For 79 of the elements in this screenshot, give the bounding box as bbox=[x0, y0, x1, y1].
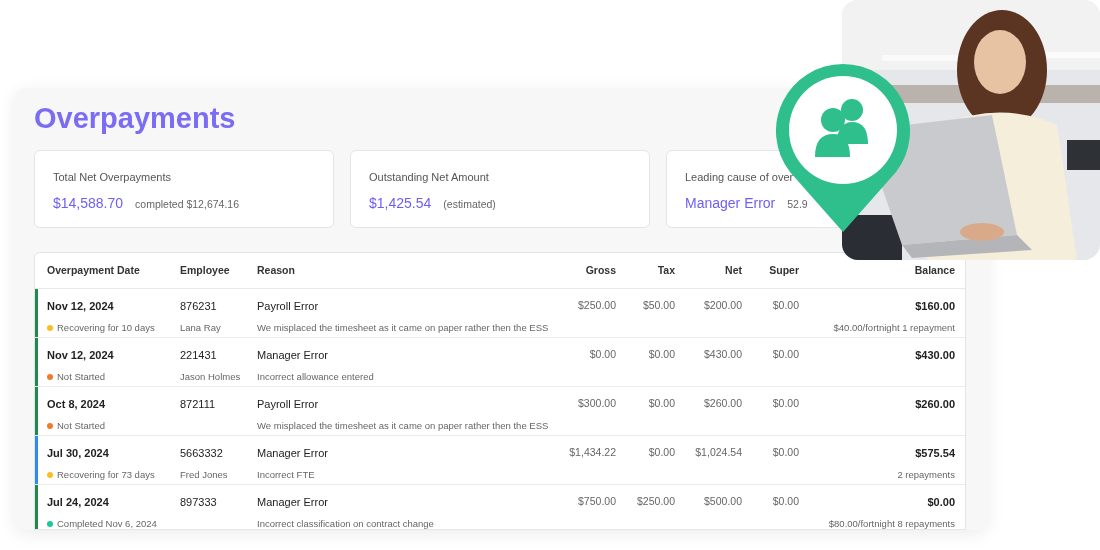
reason-detail: Incorrect FTE bbox=[257, 467, 315, 482]
card-note: 52.9 bbox=[787, 196, 808, 212]
repayment-note: $40.00/fortnight 1 repayment bbox=[833, 320, 955, 335]
column-header: Net bbox=[725, 262, 742, 278]
reason-detail: Incorrect classification on contract change bbox=[257, 516, 434, 529]
amount-cell-text: $500.00 bbox=[704, 494, 742, 509]
employee-id: 876231 bbox=[180, 299, 217, 314]
status-text: Completed Nov 6, 2024 bbox=[57, 516, 157, 529]
date-text: Oct 8, 2024 bbox=[47, 397, 106, 412]
page-title: Overpayments bbox=[34, 102, 236, 134]
table-row[interactable]: Jul 30, 2024 Recovering for 73 days 5663332 Fred Jones Manager Error Incorrect FTE $1,434.22 $0.00 $1,024.54 $0.00 $575.54 2 repayments bbox=[35, 436, 965, 485]
amount-cell-text: $250.00 bbox=[578, 298, 616, 313]
amount-cell-text: $1,024.54 bbox=[695, 445, 742, 460]
column-header: Tax bbox=[657, 262, 675, 278]
date-text: Nov 12, 2024 bbox=[47, 299, 114, 314]
table-row[interactable]: Oct 8, 2024 Not Started 872111 Payroll Error We misplaced the timesheet as it came on paper rather then the ESS $300.00 $0.00 $260.00 $0.00 $260.00 bbox=[35, 387, 965, 436]
employee-id: 897333 bbox=[180, 495, 217, 510]
repayment-note: $80.00/fortnight 8 repayments bbox=[828, 516, 955, 529]
status-text: Not Started bbox=[57, 369, 106, 384]
column-header: Gross bbox=[585, 262, 616, 278]
balance-amount: $575.54 bbox=[915, 446, 955, 461]
employee-id: 872111 bbox=[180, 397, 216, 412]
employee-name: Lana Ray bbox=[180, 320, 221, 335]
amount-cell-text: $0.00 bbox=[772, 347, 799, 362]
status-text: Not Started bbox=[57, 418, 106, 433]
employee-name: Jason Holmes bbox=[180, 369, 241, 384]
reason-detail: We misplaced the timesheet as it came on paper rather then the ESS bbox=[257, 320, 549, 335]
table-row[interactable]: Nov 12, 2024 Recovering for 10 days 876231 Lana Ray Payroll Error We misplaced the timesheet as it came on paper rather then the ESS $250.00 $50.00 $200.00 $0.00 $160.00 $40.00/fortnight 1 repayment bbox=[35, 289, 965, 338]
reason-text: Manager Error bbox=[257, 495, 328, 510]
column-header: Employee bbox=[180, 262, 230, 278]
date-text: Jul 30, 2024 bbox=[47, 446, 109, 461]
amount-cell-text: $50.00 bbox=[642, 298, 675, 313]
amount-cell-text: $250.00 bbox=[637, 494, 675, 509]
amount-cell-text: $200.00 bbox=[704, 298, 742, 313]
balance-amount: $260.00 bbox=[915, 397, 955, 412]
card-label: Leading cause of over bbox=[685, 170, 794, 185]
reason-text: Payroll Error bbox=[257, 299, 319, 314]
card-value: $14,588.70 bbox=[53, 193, 124, 213]
amount-cell-text: $0.00 bbox=[772, 494, 799, 509]
column-header: Reason bbox=[257, 262, 295, 278]
table-row[interactable]: Nov 12, 2024 Not Started 221431 Jason Holmes Manager Error Incorrect allowance entered $0.00 $0.00 $430.00 $0.00 $430.00 bbox=[35, 338, 965, 387]
reason-detail: We misplaced the timesheet as it came on paper rather then the ESS bbox=[257, 418, 549, 433]
amount-cell-text: $0.00 bbox=[648, 396, 675, 411]
card-value: $1,425.54 bbox=[369, 193, 432, 213]
amount-cell-text: $0.00 bbox=[648, 445, 675, 460]
column-header: Super bbox=[769, 262, 799, 278]
status-text: Recovering for 73 days bbox=[57, 467, 155, 482]
reason-detail: Incorrect allowance entered bbox=[257, 369, 374, 384]
amount-cell-text: $260.00 bbox=[704, 396, 742, 411]
reason-text: Payroll Error bbox=[257, 397, 319, 412]
amount-cell-text: $750.00 bbox=[578, 494, 616, 509]
employee-name: Fred Jones bbox=[180, 467, 228, 482]
balance-amount: $160.00 bbox=[915, 299, 955, 314]
card-label: Total Net Overpayments bbox=[53, 170, 171, 185]
status-text: Recovering for 10 days bbox=[57, 320, 155, 335]
card-note: (estimated) bbox=[443, 196, 496, 212]
amount-cell-text: $0.00 bbox=[589, 347, 616, 362]
amount-cell-text: $430.00 bbox=[704, 347, 742, 362]
table-row[interactable]: Jul 24, 2024 Completed Nov 6, 2024 897333 Manager Error Incorrect classification on contract change $750.00 $250.00 $500.00 $0.00 $0.00 $80.00/fortnight 8 repayments bbox=[35, 485, 965, 529]
date-text: Jul 24, 2024 bbox=[47, 495, 109, 510]
column-header: Overpayment Date bbox=[47, 262, 140, 278]
card-label: Outstanding Net Amount bbox=[369, 170, 489, 185]
date-text: Nov 12, 2024 bbox=[47, 348, 114, 363]
amount-cell-text: $0.00 bbox=[648, 347, 675, 362]
amount-cell-text: $0.00 bbox=[772, 298, 799, 313]
reason-text: Manager Error bbox=[257, 348, 328, 363]
amount-cell-text: $300.00 bbox=[578, 396, 616, 411]
card-value: Manager Error bbox=[685, 193, 776, 213]
repayment-note: 2 repayments bbox=[897, 467, 955, 482]
reason-text: Manager Error bbox=[257, 446, 328, 461]
amount-cell-text: $0.00 bbox=[772, 396, 799, 411]
column-header: Balance bbox=[914, 262, 955, 278]
employee-id: 5663332 bbox=[180, 446, 223, 461]
amount-cell-text: $0.00 bbox=[772, 445, 799, 460]
balance-amount: $430.00 bbox=[915, 348, 955, 363]
card-note: completed $12,674.16 bbox=[135, 196, 239, 212]
balance-amount: $0.00 bbox=[927, 495, 955, 510]
employee-id: 221431 bbox=[180, 348, 217, 363]
amount-cell-text: $1,434.22 bbox=[569, 445, 616, 460]
